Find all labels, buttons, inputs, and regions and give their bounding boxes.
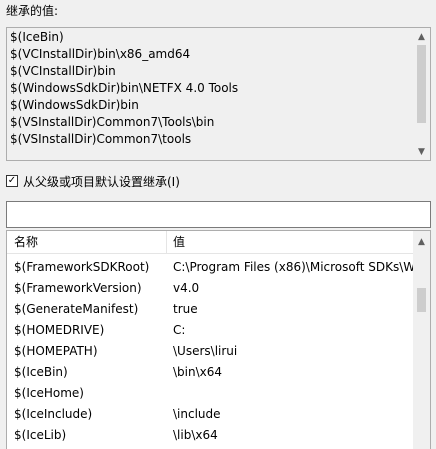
- inherited-value-line: $(VCInstallDir)bin\x86_amd64: [10, 47, 191, 61]
- inherited-value-line: $(VCInstallDir)bin: [10, 64, 116, 78]
- inherited-value-line: $(IceBin): [10, 30, 64, 44]
- scroll-down-icon[interactable]: ▼: [413, 143, 430, 160]
- macro-name: $(GenerateManifest): [14, 302, 139, 316]
- check-mark-icon: ✓: [7, 175, 17, 186]
- macro-value: \include: [173, 407, 221, 421]
- table-row[interactable]: $(IceHome): [7, 383, 413, 404]
- macro-name: $(IceHome): [14, 386, 84, 400]
- macro-name: $(FrameworkSDKRoot): [14, 260, 150, 274]
- macro-name: $(IceBin): [14, 365, 68, 379]
- macro-value: true: [173, 302, 198, 316]
- inherited-value-line: $(VSInstallDir)Common7\tools: [10, 132, 192, 146]
- scroll-thumb[interactable]: [417, 288, 426, 312]
- inherited-values-label: 继承的值:: [6, 4, 59, 18]
- inherit-from-parent-checkbox[interactable]: ✓: [6, 175, 18, 187]
- table-row[interactable]: $(IceInclude) \include: [7, 404, 413, 425]
- macro-value: \lib\x64: [173, 428, 218, 442]
- macros-table-header: 名称 值: [7, 231, 413, 254]
- inherited-value-line: $(WindowsSdkDir)bin: [10, 98, 139, 112]
- table-row[interactable]: $(IceBin) \bin\x64: [7, 362, 413, 383]
- table-row[interactable]: $(HOMEDRIVE) C:: [7, 320, 413, 341]
- column-separator[interactable]: [166, 231, 167, 253]
- inherited-value-line: $(VSInstallDir)Common7\Tools\bin: [10, 115, 215, 129]
- table-row[interactable]: $(IceLib) \lib\x64: [7, 425, 413, 446]
- inherited-value-line: $(WindowsSdkDir)bin\NETFX 4.0 Tools: [10, 81, 239, 95]
- inherited-values-list[interactable]: $(IceBin) $(VCInstallDir)bin\x86_amd64 $…: [6, 27, 431, 161]
- inherit-from-parent-checkbox-row[interactable]: ✓ 从父级或项目默认设置继承(I): [6, 172, 180, 190]
- macro-value: C:\Program Files (x86)\Microsoft SDKs\Wi…: [173, 260, 413, 274]
- table-row[interactable]: $(HOMEPATH) \Users\lirui: [7, 341, 413, 362]
- macros-table-body: $(FrameworkSDKRoot) C:\Program Files (x8…: [7, 257, 413, 446]
- scroll-thumb[interactable]: [417, 45, 426, 123]
- table-row[interactable]: $(GenerateManifest) true: [7, 299, 413, 320]
- macro-name: $(HOMEPATH): [14, 344, 98, 358]
- scroll-up-icon[interactable]: ▲: [413, 28, 430, 45]
- column-header-value[interactable]: 值: [173, 231, 185, 253]
- inherited-values-lines: $(IceBin) $(VCInstallDir)bin\x86_amd64 $…: [10, 29, 412, 148]
- macro-name: $(FrameworkVersion): [14, 281, 142, 295]
- macro-name: $(HOMEDRIVE): [14, 323, 105, 337]
- scroll-up-icon[interactable]: ▲: [413, 233, 430, 250]
- inherit-from-parent-label[interactable]: 从父级或项目默认设置继承(I): [23, 173, 180, 190]
- macro-value: \Users\lirui: [173, 344, 238, 358]
- macro-name: $(IceInclude): [14, 407, 93, 421]
- macro-value: v4.0: [173, 281, 200, 295]
- inherited-values-scrollbar[interactable]: ▲ ▼: [413, 28, 430, 160]
- macro-filter-input[interactable]: [6, 201, 431, 228]
- macros-table-scrollbar[interactable]: ▲: [413, 231, 430, 449]
- macros-table[interactable]: 名称 值 $(FrameworkSDKRoot) C:\Program File…: [6, 230, 431, 449]
- macro-value: \bin\x64: [173, 365, 223, 379]
- macro-value: C:: [173, 323, 186, 337]
- table-row[interactable]: $(FrameworkSDKRoot) C:\Program Files (x8…: [7, 257, 413, 278]
- macro-name: $(IceLib): [14, 428, 67, 442]
- table-row[interactable]: $(FrameworkVersion) v4.0: [7, 278, 413, 299]
- column-header-name[interactable]: 名称: [14, 231, 38, 253]
